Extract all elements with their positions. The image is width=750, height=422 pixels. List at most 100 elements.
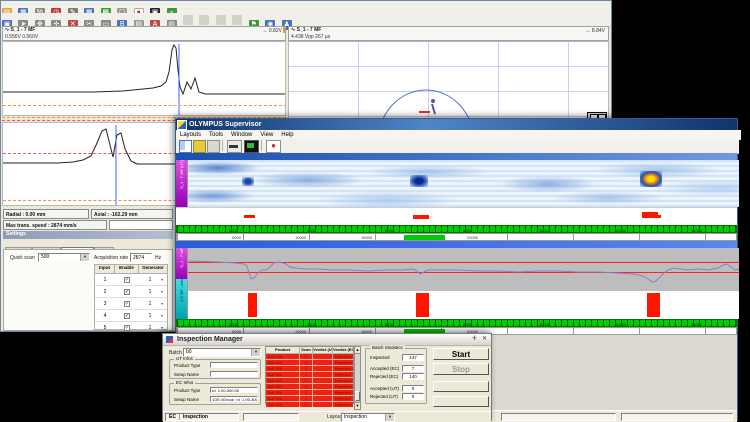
axial-readout: Axial : -162.29 mm — [91, 209, 173, 219]
alarm-band2 — [187, 291, 739, 319]
max-speed-readout: Max trans. speed : 2874 mm/s — [3, 220, 107, 230]
inspected-value: 147 — [402, 354, 424, 361]
accepted-ut-value: 0 — [402, 385, 424, 392]
close-icon[interactable]: ✕ — [482, 335, 487, 343]
menu-window[interactable]: Window — [231, 131, 252, 139]
input-row: 5 ✓ 1 ▾ — [95, 322, 167, 333]
enable-checkbox[interactable]: ✓ — [124, 301, 130, 307]
enable-checkbox[interactable]: ✓ — [124, 289, 130, 295]
chevron-down-icon[interactable]: ▼ — [80, 254, 89, 261]
tool-a-icon — [183, 15, 193, 25]
alarm-bar — [647, 293, 660, 317]
ut-product-type-field[interactable] — [210, 362, 258, 368]
ec-infos-title: EC Infos — [174, 380, 195, 386]
inspection-manager-dialog: Inspection Manager ✛ ✕ Batch b0 ▼ UT Inf… — [162, 333, 492, 421]
record-icon[interactable]: ● — [266, 140, 281, 153]
spinner[interactable]: ▾ — [161, 325, 163, 330]
properties-icon[interactable] — [193, 140, 206, 153]
spinner[interactable]: ▾ — [161, 301, 163, 306]
ut-setup-name-field[interactable] — [210, 371, 258, 377]
chevron-down-icon[interactable]: ▼ — [251, 349, 260, 356]
gate-marker — [283, 27, 285, 33]
rejected-ec-value: 140 — [402, 373, 424, 380]
channel2-gutter-ut[interactable]: S_1 - 7 MF — [176, 248, 187, 279]
batch-statistics-group: Batch Statistics Inspected 147 Accepted … — [365, 348, 427, 404]
dialog-title: Inspection Manager — [177, 335, 377, 344]
ec-product-type-field[interactable]: rd_1.00-300.00 — [210, 387, 258, 393]
spinner[interactable]: ▾ — [161, 289, 163, 294]
gate-line-orange[interactable] — [3, 105, 286, 106]
scroll-down-icon[interactable]: ▼ — [355, 402, 360, 409]
ascan-right-readout: ↔ 0.82V — [263, 28, 282, 34]
acq-rate-field[interactable]: 2874 — [130, 253, 152, 262]
spinner[interactable]: ▾ — [161, 313, 163, 318]
dialog-statusbar: EC Inspection Layout Inspection ▼ — [163, 411, 491, 422]
layout-icon[interactable] — [179, 140, 192, 153]
menu-help[interactable]: Help — [281, 131, 293, 139]
enable-checkbox[interactable]: ✓ — [124, 277, 130, 283]
table-row[interactable]: Bar 1561Rejected — [266, 402, 353, 407]
ec-setup-name-field[interactable]: 1Q5 4Group_rd_1.00-300.00.set — [210, 396, 258, 402]
dialog-titlebar[interactable]: Inspection Manager ✛ ✕ — [163, 334, 491, 346]
input-row: 2 ✓ 1 ▾ — [95, 286, 167, 298]
supervisor-titlebar[interactable]: OLYMPUS Supervisor — [176, 119, 737, 130]
scale-label: 15000 — [361, 235, 372, 240]
extra-button-1 — [433, 381, 489, 392]
probe-circle-plot — [289, 42, 609, 119]
settings-tabs: ChannelsFrequencyAcquisitionFilters — [5, 240, 114, 249]
xy-panel-values: 4.438 Vpp 267 µs — [291, 34, 330, 40]
alarm-mark — [244, 215, 255, 218]
stat-label: Rejected (EC) — [370, 374, 398, 380]
scale-label: 10000 — [295, 235, 306, 240]
layout-combo[interactable]: Inspection ▼ — [341, 413, 395, 422]
monitor-icon[interactable] — [227, 140, 242, 153]
xy-right-readout: ↔ 8.84V — [586, 28, 605, 34]
accepted-ec-value: 7 — [402, 365, 424, 372]
stat-label: Accepted (EC) — [370, 366, 399, 372]
status-mode: Inspection — [180, 414, 211, 420]
supervisor-toolbar: ● — [176, 139, 739, 154]
enable-checkbox[interactable]: ✓ — [124, 325, 130, 331]
menu-tools[interactable]: Tools — [209, 131, 223, 139]
quick-scan-label: Quick scan — [10, 255, 35, 261]
menu-layouts[interactable]: Layouts — [180, 131, 201, 139]
enable-checkbox[interactable]: ✓ — [124, 313, 130, 319]
strip-chart[interactable] — [187, 248, 739, 291]
pin-icon[interactable]: ✛ — [472, 335, 477, 343]
menu-view[interactable]: View — [260, 131, 273, 139]
progress-segment — [404, 235, 445, 240]
scrolling-view1-titlebar[interactable]: Scrolling View — [176, 153, 737, 160]
scroll-up-icon[interactable]: ▲ — [355, 347, 360, 354]
scrolling-view2-titlebar[interactable]: Scrolling View — [176, 241, 737, 248]
stat-label: Rejected (UT) — [370, 394, 398, 400]
channel1-gutter[interactable]: S_1 - 7 MF (UT) — [176, 160, 187, 207]
scroll-thumb[interactable] — [355, 391, 360, 401]
tool-b-icon — [199, 15, 209, 25]
alarm-mark — [413, 215, 429, 219]
ascan-panel-title: ∿ S_1 - 7 MF — [5, 27, 35, 33]
channel2-gutter-ec[interactable]: 0.5 MF - Abs — [176, 279, 187, 319]
screen-icon[interactable] — [244, 140, 259, 153]
spinner[interactable]: ▾ — [161, 277, 163, 282]
supervisor-title: OLYMPUS Supervisor — [189, 120, 489, 129]
acq-rate-label: Acquisition rate — [94, 255, 128, 261]
stop-button[interactable]: Stop — [433, 363, 489, 375]
radial-readout: Radial : 0.00 mm — [3, 209, 89, 219]
table-vscrollbar[interactable]: ▲ ▼ — [354, 346, 361, 410]
tool-d-icon — [232, 15, 242, 25]
card-icon[interactable] — [207, 140, 220, 153]
channel2-bottom-label: 0.5 MF - Abs — [179, 279, 184, 302]
scan-scale1[interactable]: 5000 10000 15000 20000 — [176, 233, 737, 241]
hot-indication-blob — [640, 171, 662, 187]
results-table: Product Scan Verdict (UT) Verdict (EC) B… — [265, 346, 354, 404]
dialog-icon — [166, 336, 173, 343]
start-button[interactable]: Start — [433, 348, 489, 360]
xy-panel-header: ∿ S_1 - 7 MF 4.438 Vpp 267 µs ↔ 8.84V — [288, 26, 609, 41]
cscan-heatmap[interactable] — [187, 160, 739, 207]
quick-scan-combo[interactable]: 500 ▼ — [38, 253, 90, 262]
chevron-down-icon[interactable]: ▼ — [385, 414, 394, 421]
app-icon — [177, 120, 187, 130]
channel1-label: S_1 - 7 MF (UT) — [179, 160, 184, 189]
toolbar-separator — [261, 140, 262, 151]
indication-blob — [410, 175, 428, 187]
